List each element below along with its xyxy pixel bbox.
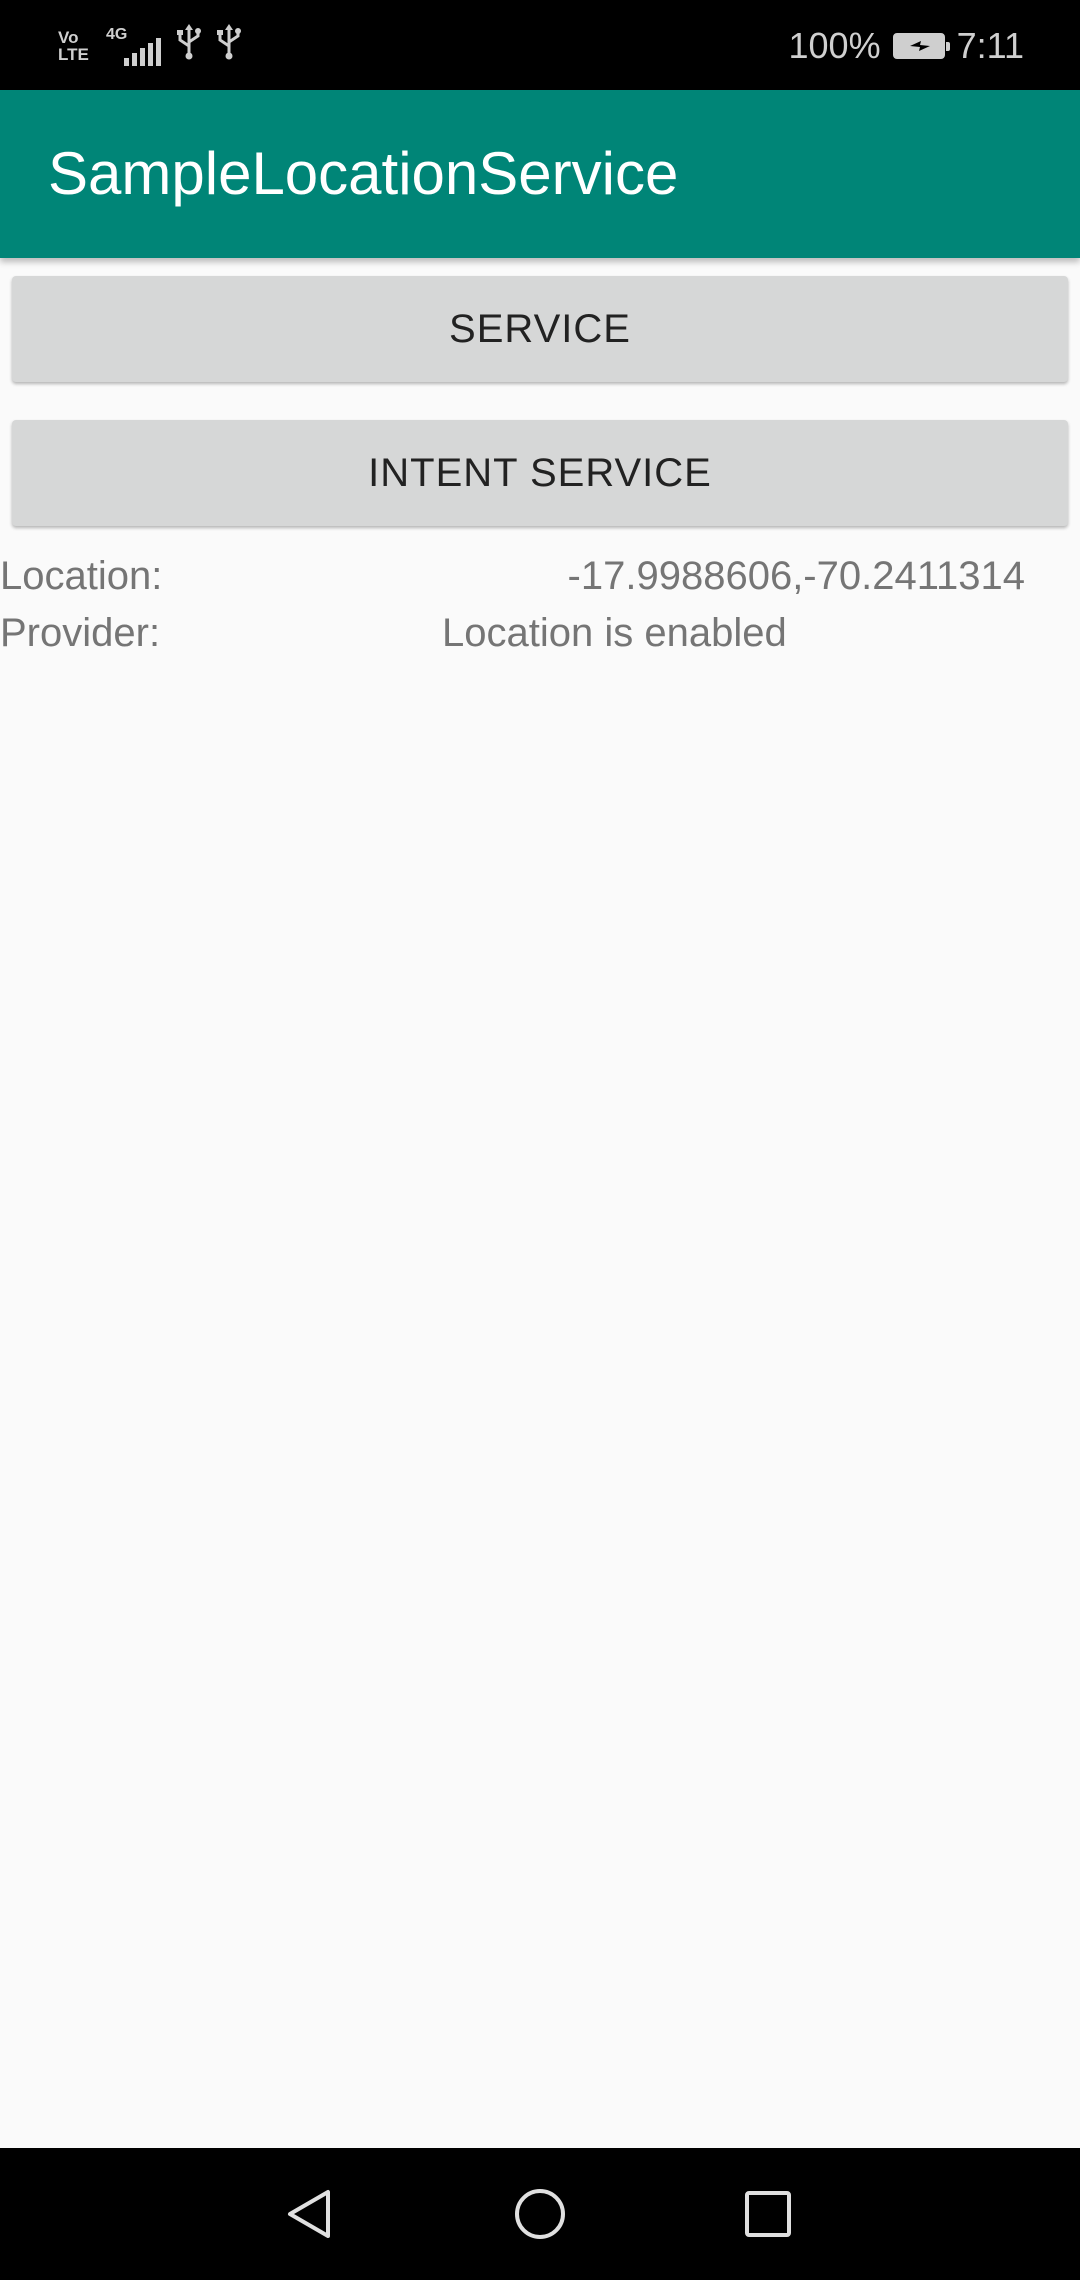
clock: 7:11 (956, 25, 1024, 66)
location-label: Location: (0, 554, 163, 598)
status-bar: Vo LTE 4G 100% 7:11 (0, 0, 1080, 90)
recent-apps-button[interactable] (688, 2148, 848, 2280)
usb-icon (216, 23, 242, 69)
home-icon (515, 2189, 565, 2239)
app-bar: SampleLocationService (0, 90, 1080, 258)
status-left-icons: Vo LTE 4G (58, 22, 242, 70)
status-right-icons: 100% 7:11 (789, 22, 1024, 70)
navigation-bar (0, 2148, 1080, 2280)
signal-icon: 4G (106, 26, 162, 66)
location-row: Location: -17.9988606,-70.2411314 (0, 548, 1080, 604)
back-button[interactable] (230, 2148, 390, 2280)
back-icon (288, 2190, 330, 2238)
service-button[interactable]: SERVICE (12, 276, 1068, 382)
location-value: -17.9988606,-70.2411314 (567, 554, 1025, 598)
volte-icon: Vo LTE (58, 28, 89, 64)
main-content: SERVICE INTENT SERVICE Location: -17.998… (0, 258, 1080, 2148)
app-title: SampleLocationService (48, 140, 679, 207)
battery-percent: 100% (788, 25, 881, 66)
home-button[interactable] (460, 2148, 620, 2280)
provider-value: Location is enabled (442, 611, 787, 655)
intent-service-button[interactable]: INTENT SERVICE (12, 420, 1068, 526)
provider-label: Provider: (0, 611, 161, 655)
usb-icon (176, 23, 202, 69)
recent-apps-icon (745, 2191, 791, 2237)
provider-row: Provider: Location is enabled (0, 605, 1080, 661)
battery-charging-icon (892, 33, 950, 59)
